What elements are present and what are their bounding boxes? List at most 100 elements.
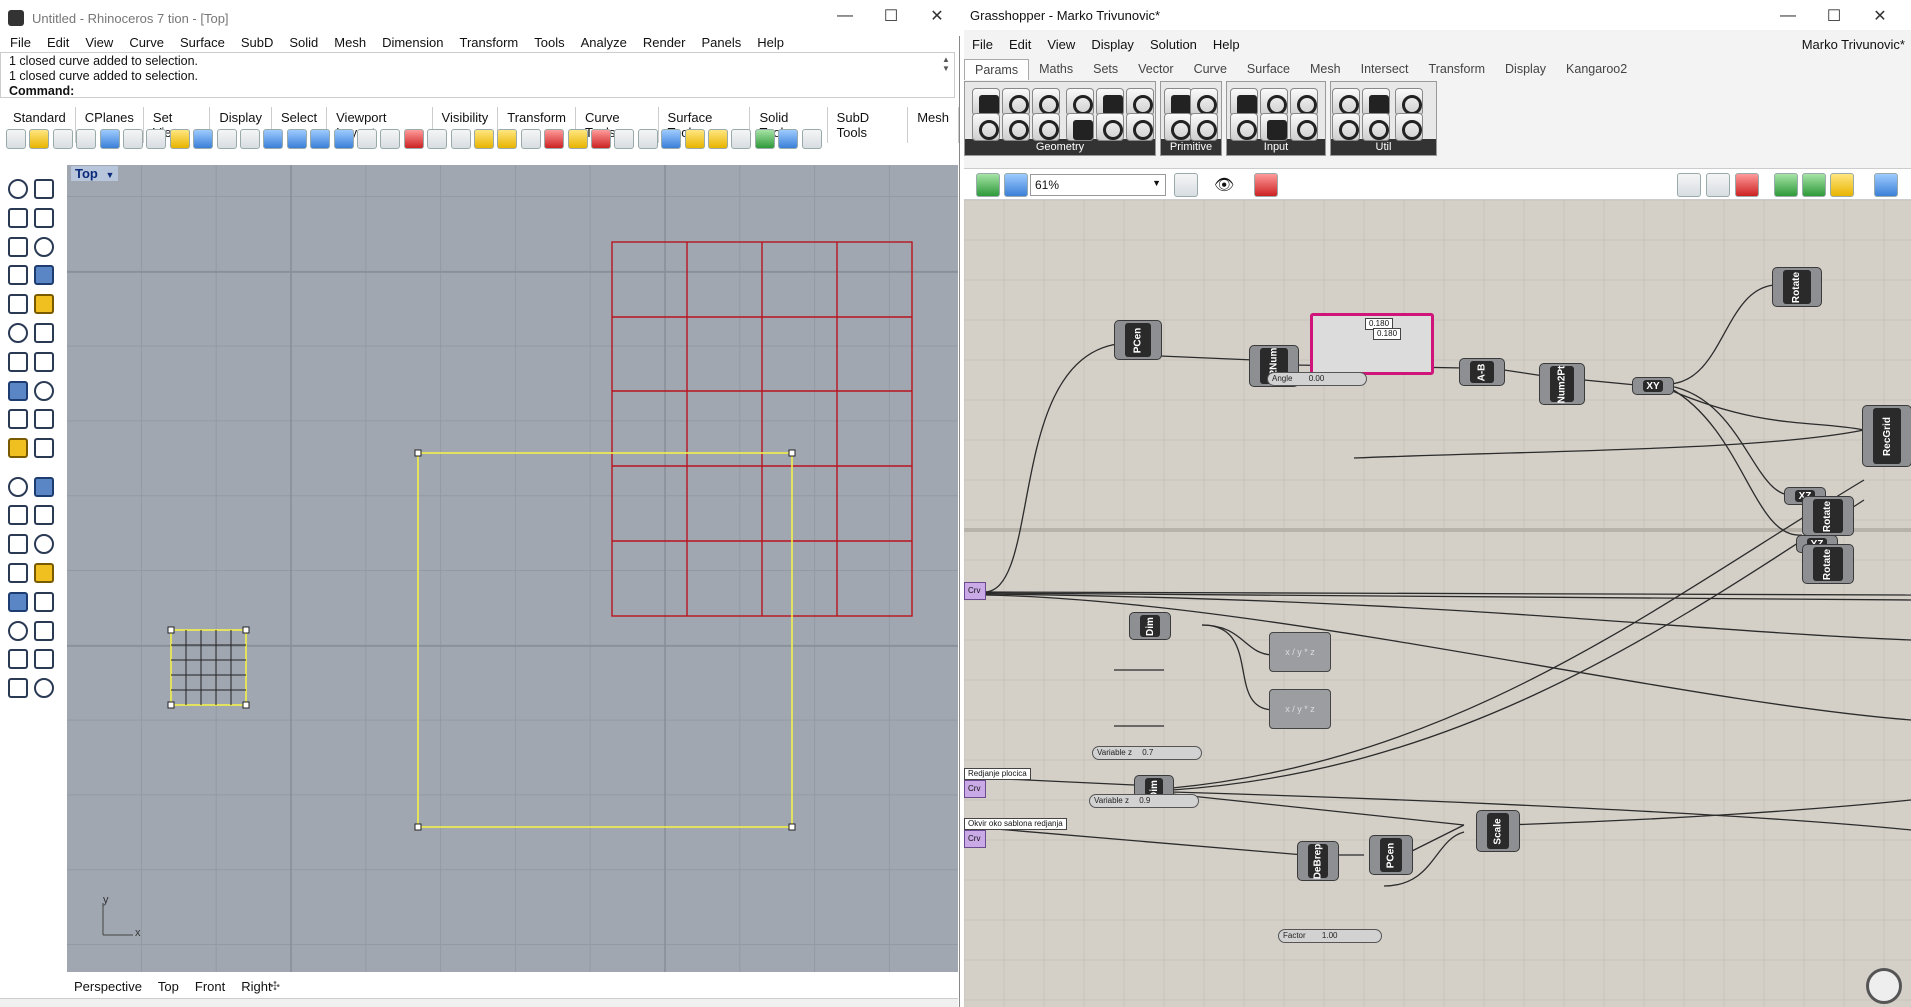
- cut-icon[interactable]: [123, 129, 143, 149]
- integer-param-icon[interactable]: [1164, 113, 1192, 141]
- group-param-icon[interactable]: [1126, 88, 1154, 116]
- rotate-component-2[interactable]: Rotate: [1802, 496, 1854, 536]
- preview-eye-icon[interactable]: 👁: [1214, 175, 1234, 195]
- trim-icon[interactable]: [30, 434, 54, 459]
- curve-param-icon[interactable]: [1032, 88, 1060, 116]
- input-gradient-icon[interactable]: [1230, 113, 1258, 141]
- mesh-icon[interactable]: [4, 588, 28, 612]
- dim-component-1[interactable]: Dim: [1129, 612, 1171, 640]
- gh-tab-curve[interactable]: Curve: [1184, 59, 1237, 80]
- more-icon[interactable]: [801, 129, 822, 149]
- surface-icon[interactable]: [4, 319, 28, 343]
- dimension-icon[interactable]: [30, 530, 54, 555]
- lock-icon[interactable]: [520, 129, 541, 149]
- gh-tab-vector[interactable]: Vector: [1128, 59, 1183, 80]
- gh-menu-item-view[interactable]: View: [1039, 37, 1083, 52]
- polyline-icon[interactable]: [4, 204, 28, 228]
- variable-z-slider-2[interactable]: Variable z 0.9: [1089, 794, 1199, 808]
- command-prompt[interactable]: Command:: [1, 84, 954, 99]
- array-grid-icon[interactable]: [4, 617, 28, 641]
- rotate-view-icon[interactable]: [357, 129, 377, 149]
- viewport-title[interactable]: Top ▼: [71, 166, 119, 181]
- gh-menu-item-edit[interactable]: Edit: [1001, 37, 1039, 52]
- wireframe-icon[interactable]: [1706, 173, 1730, 197]
- menu-item-help[interactable]: Help: [749, 35, 792, 50]
- explode-icon[interactable]: [30, 405, 54, 430]
- point-param-icon[interactable]: [1066, 113, 1094, 141]
- polygon-icon[interactable]: [4, 261, 28, 286]
- rotate-component-1[interactable]: Rotate: [1772, 267, 1822, 307]
- save-icon[interactable]: [52, 129, 73, 149]
- offset-icon[interactable]: [4, 501, 28, 526]
- color-icon[interactable]: [1395, 88, 1423, 116]
- split-icon[interactable]: [4, 434, 28, 459]
- flask-icon[interactable]: [1395, 113, 1423, 141]
- num2pt-component[interactable]: Num2Pt: [1539, 363, 1585, 405]
- help-icon[interactable]: [778, 129, 799, 149]
- slider-icon[interactable]: [1290, 88, 1318, 116]
- gh-tab-sets[interactable]: Sets: [1083, 59, 1128, 80]
- paste-icon[interactable]: [169, 129, 190, 149]
- layout-icon[interactable]: [4, 645, 28, 670]
- sphere-icon[interactable]: [30, 348, 54, 372]
- rebuild-icon[interactable]: [30, 501, 54, 526]
- sphere-icon[interactable]: [614, 129, 635, 149]
- move-icon[interactable]: [240, 129, 260, 149]
- plane-param-icon[interactable]: [1032, 113, 1060, 141]
- angle-slider[interactable]: Angle 0.00: [1267, 372, 1367, 386]
- four-views-icon[interactable]: [380, 129, 401, 149]
- scale-component[interactable]: Scale: [1476, 810, 1520, 852]
- menu-item-view[interactable]: View: [77, 35, 121, 50]
- rectangle-icon[interactable]: [30, 261, 54, 286]
- join-icon[interactable]: [30, 473, 54, 497]
- red-tile-grid-curve[interactable]: [611, 241, 913, 617]
- block-icon[interactable]: [4, 559, 28, 583]
- gh-menu-item-display[interactable]: Display: [1083, 37, 1142, 52]
- circle-param-icon[interactable]: [1002, 88, 1030, 116]
- chevron-down-icon[interactable]: ▼: [105, 170, 114, 180]
- debrep-component[interactable]: DeBrep: [1297, 841, 1339, 881]
- loft-icon[interactable]: [30, 377, 54, 401]
- vector-param-icon[interactable]: [972, 113, 1000, 141]
- menu-item-dimension[interactable]: Dimension: [374, 35, 451, 50]
- menu-item-subd[interactable]: SubD: [233, 35, 282, 50]
- maximize-icon[interactable]: ☐: [868, 0, 914, 32]
- new-file-icon[interactable]: [6, 129, 26, 149]
- circle-icon[interactable]: [4, 233, 28, 257]
- brep-param-icon[interactable]: [1096, 88, 1124, 116]
- selected-panel[interactable]: 0.180 0.180: [1310, 313, 1434, 375]
- small-tile-control-points[interactable]: [167, 626, 250, 709]
- box-icon[interactable]: [4, 348, 28, 372]
- param-curve-bottom[interactable]: Crv: [964, 830, 986, 848]
- menu-item-render[interactable]: Render: [635, 35, 694, 50]
- cylinder-icon[interactable]: [4, 377, 28, 401]
- layer-icon[interactable]: [544, 129, 565, 149]
- world-icon[interactable]: [754, 129, 775, 149]
- pcen-component-top[interactable]: PCen: [1114, 320, 1162, 360]
- rotate-component-3[interactable]: Rotate: [1802, 544, 1854, 584]
- gh-menu-item-file[interactable]: File: [964, 37, 1001, 52]
- zoom-window-icon[interactable]: [286, 129, 307, 149]
- mesh-param-icon[interactable]: [1096, 113, 1124, 141]
- fillet-icon[interactable]: [30, 290, 54, 315]
- menu-item-analyze[interactable]: Analyze: [573, 35, 635, 50]
- menu-item-curve[interactable]: Curve: [121, 35, 172, 50]
- history-scrollbar[interactable]: ▲ ▼: [942, 55, 952, 95]
- import-icon[interactable]: [99, 129, 120, 149]
- yellow-frame-curve[interactable]: [417, 452, 793, 828]
- bake-icon[interactable]: [1774, 173, 1798, 197]
- undo-icon[interactable]: [193, 129, 214, 149]
- paint-icon[interactable]: [684, 129, 705, 149]
- open-icon[interactable]: [29, 129, 50, 149]
- button-icon[interactable]: [1260, 113, 1288, 141]
- preview-mode-icon[interactable]: [1677, 173, 1701, 197]
- car-icon[interactable]: [403, 129, 424, 149]
- gh-tab-maths[interactable]: Maths: [1029, 59, 1083, 80]
- select-icon[interactable]: [4, 175, 28, 199]
- curve-icon[interactable]: [30, 204, 54, 228]
- zoom-selected-icon[interactable]: [333, 129, 354, 149]
- a-minus-b-component[interactable]: A-B: [1459, 358, 1505, 386]
- menu-item-edit[interactable]: Edit: [39, 35, 77, 50]
- gh-tab-kangaroo2[interactable]: Kangaroo2: [1556, 59, 1637, 80]
- color-wheel-icon[interactable]: [591, 129, 611, 149]
